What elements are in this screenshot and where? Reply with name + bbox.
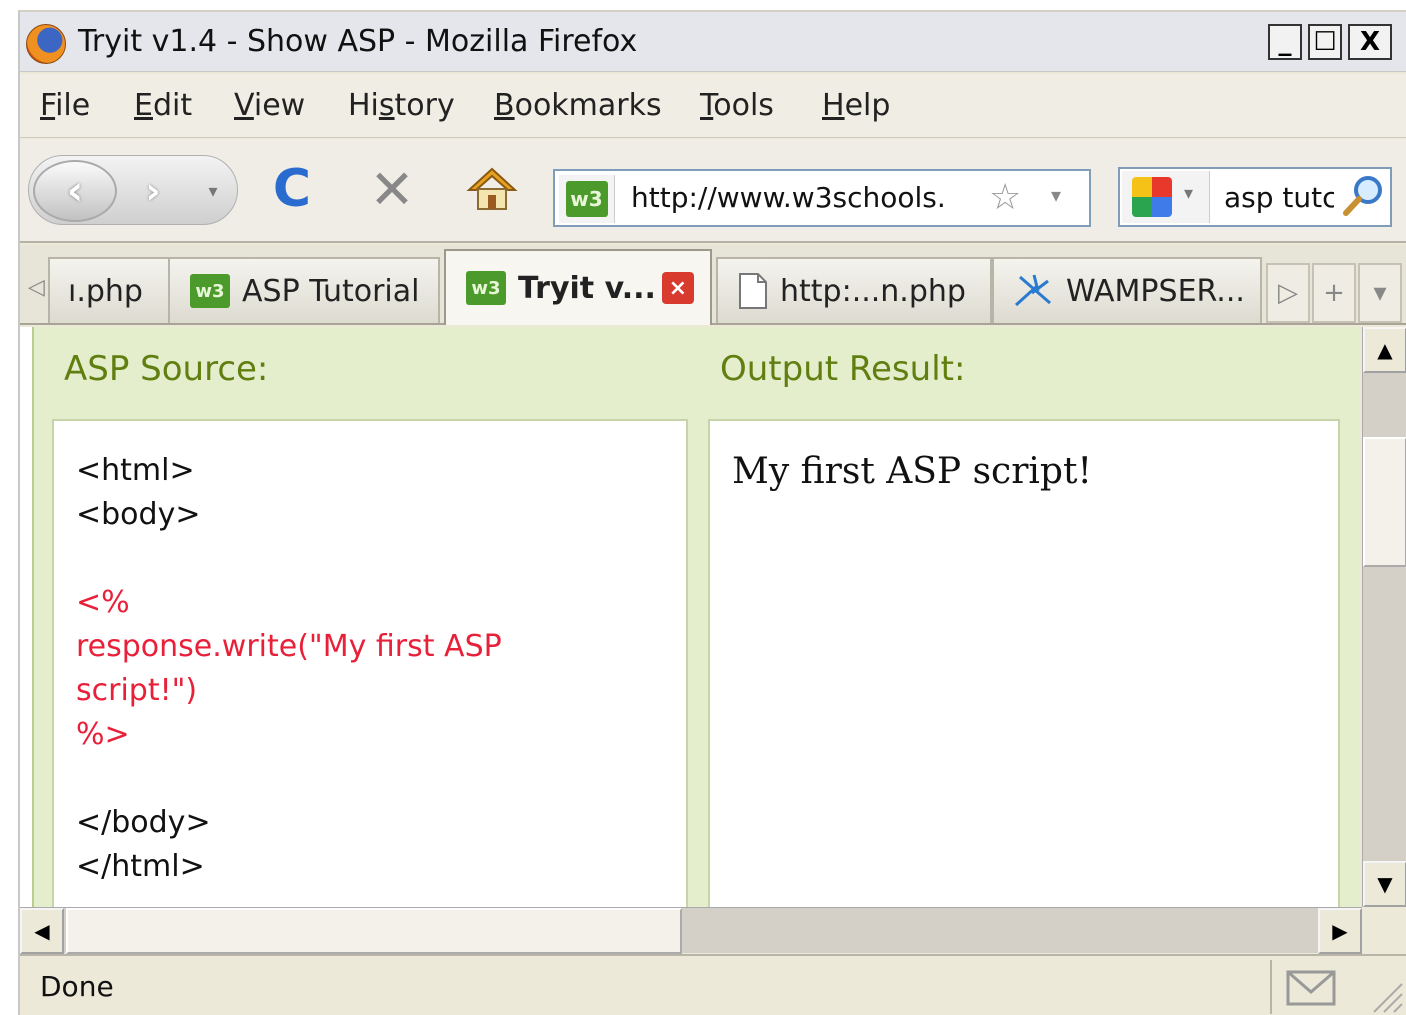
vertical-scrollbar[interactable]: ▲ ▼ [1362,327,1406,907]
page-icon [739,273,767,309]
w3schools-icon: w3 [190,274,230,308]
source-code-line: %> [76,717,130,752]
google-icon [1132,177,1172,217]
tab-tryit[interactable]: w3 Tryit v... × [444,249,712,325]
scrollbar-corner [1362,907,1406,953]
tab-wampserver[interactable]: WAMPSER... [992,257,1262,323]
close-tab-icon[interactable]: × [661,272,694,304]
scroll-down-button[interactable]: ▼ [1363,861,1406,907]
status-divider [1270,960,1272,1014]
url-input[interactable]: http://www.w3schools. [631,181,989,214]
navigation-toolbar: ‹ › ▾ C ✕ w3 http://www.w3schools. ☆ ▾ ▾ [20,139,1406,243]
tab-label: Tryit v... [518,270,656,306]
tab-scroll-right-button[interactable]: ▷ [1266,263,1310,323]
tab-http-php[interactable]: http:...n.php [716,257,992,323]
output-heading: Output Result: [720,349,966,389]
menu-help[interactable]: Help [822,88,890,123]
output-box: My first ASP script! [708,419,1340,907]
bookmark-star-icon[interactable]: ☆ [989,177,1021,218]
tab-scroll-left-button[interactable]: ◁ [28,275,45,300]
stop-button[interactable]: ✕ [364,158,420,221]
maximize-button[interactable]: ☐ [1308,24,1342,60]
tab-asp-tutorial[interactable]: w3 ASP Tutorial [168,257,440,323]
source-code-line [76,757,686,801]
source-code-line: script!") [76,673,198,708]
menu-tools[interactable]: Tools [700,88,774,123]
source-code-line: <body> [76,497,201,532]
tab-label: http:...n.php [780,273,966,309]
menu-file[interactable]: File [40,88,90,123]
w3schools-icon: w3 [565,181,608,217]
menu-bar: File Edit View History Bookmarks Tools H… [20,74,1406,138]
menu-view[interactable]: View [234,88,305,123]
back-button[interactable]: ‹ [33,160,117,222]
search-input[interactable]: asp tutc [1224,181,1334,214]
home-icon [466,167,518,210]
url-bar[interactable]: w3 http://www.w3schools. ☆ ▾ [553,169,1091,227]
menu-edit[interactable]: Edit [134,88,192,123]
source-code-line [76,537,686,581]
search-engine-button[interactable]: ▾ [1122,171,1210,223]
tab-php[interactable]: ı.php [48,257,172,323]
tab-label: ASP Tutorial [242,273,420,309]
status-bar: Done [20,954,1406,1015]
scroll-up-button[interactable]: ▲ [1363,327,1406,373]
firefox-logo-icon [26,24,66,64]
list-all-tabs-button[interactable]: ▾ [1358,263,1402,323]
search-bar[interactable]: ▾ asp tutc [1118,167,1392,227]
home-button[interactable] [464,161,520,217]
tab-label: ı.php [68,273,143,309]
minimize-button[interactable]: _ [1268,24,1302,60]
tryit-container: ASP Source: Output Result: <html> <body> <… [32,327,1360,907]
url-dropdown-icon[interactable]: ▾ [1051,183,1061,207]
search-icon[interactable] [1340,173,1386,219]
site-identity-button[interactable]: w3 [559,175,615,223]
source-code-line: </body> [76,805,211,840]
source-heading: ASP Source: [64,349,269,389]
browser-window: Tryit v1.4 - Show ASP - Mozilla Firefox … [18,10,1406,1015]
resize-grip-icon[interactable] [1366,972,1404,1014]
tab-label: WAMPSER... [1066,273,1245,309]
wamp-icon [1014,274,1051,307]
tab-strip: ◁ ı.php w3 ASP Tutorial w3 Tryit v... × … [20,245,1406,325]
source-code-line: </html> [76,849,205,884]
source-code-line: <html> [76,453,195,488]
w3schools-icon: w3 [466,271,506,305]
title-bar: Tryit v1.4 - Show ASP - Mozilla Firefox … [20,12,1406,72]
forward-button[interactable]: › [125,168,181,214]
scroll-right-button[interactable]: ▶ [1318,908,1362,954]
close-window-button[interactable]: X [1348,24,1392,60]
output-text: My first ASP script! [732,451,1092,492]
mail-icon[interactable] [1286,970,1336,1006]
menu-history[interactable]: History [348,88,455,123]
status-text: Done [40,970,114,1003]
page-content: ASP Source: Output Result: <html> <body> <… [20,327,1360,907]
back-forward-group: ‹ › ▾ [28,155,238,225]
history-dropdown-button[interactable]: ▾ [201,176,225,206]
source-code-line: <% [76,585,130,620]
horizontal-scrollbar[interactable]: ◀ ▶ [20,907,1362,954]
reload-button[interactable]: C [264,159,320,219]
new-tab-button[interactable]: + [1312,263,1356,323]
source-code-box[interactable]: <html> <body> <% response.write("My first A… [52,419,688,907]
source-code-line: response.write("My first ASP [76,629,502,664]
vertical-scroll-thumb[interactable] [1363,437,1406,567]
window-title: Tryit v1.4 - Show ASP - Mozilla Firefox [78,24,638,59]
menu-bookmarks[interactable]: Bookmarks [494,88,662,123]
engine-dropdown-icon: ▾ [1184,183,1194,204]
scroll-left-button[interactable]: ◀ [20,908,64,954]
horizontal-scroll-thumb[interactable] [66,908,682,954]
